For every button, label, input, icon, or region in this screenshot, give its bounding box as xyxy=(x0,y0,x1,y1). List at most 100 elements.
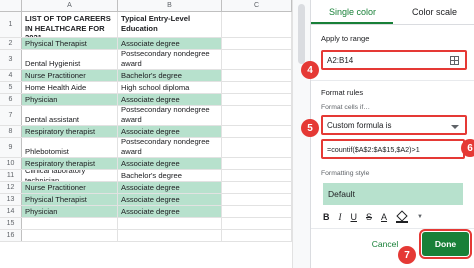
table-row: 12 Nurse Practitioner Associate degree xyxy=(0,182,310,194)
row-number[interactable]: 11 xyxy=(0,170,22,181)
cell-a[interactable]: Dental assistant xyxy=(22,106,118,125)
cell-c[interactable] xyxy=(222,218,292,229)
cell-c[interactable] xyxy=(222,126,292,137)
cell-c[interactable] xyxy=(222,94,292,105)
conditional-format-panel: Single color Color scale Apply to range … xyxy=(310,0,474,268)
cell-b[interactable]: Associate degree xyxy=(118,94,222,105)
table-row: 8 Respiratory therapist Associate degree xyxy=(0,126,310,138)
cell-b[interactable]: Associate degree xyxy=(118,194,222,205)
cell-a[interactable]: Respiratory therapist xyxy=(22,126,118,137)
row-number[interactable]: 10 xyxy=(0,158,22,169)
cell-a[interactable]: Nurse Practitioner xyxy=(22,70,118,81)
cell-b[interactable]: Postsecondary nondegree award xyxy=(118,106,222,125)
cell-b[interactable]: Associate degree xyxy=(118,38,222,49)
cell-a[interactable]: LIST OF TOP CAREERS IN HEALTHCARE FOR 20… xyxy=(22,12,118,37)
fill-color-dropdown-icon[interactable]: ▼ xyxy=(417,214,423,220)
strikethrough-button[interactable]: S xyxy=(366,212,372,222)
cell-b[interactable] xyxy=(118,230,222,241)
cell-c[interactable] xyxy=(222,194,292,205)
cell-c[interactable] xyxy=(222,206,292,217)
cell-c[interactable] xyxy=(222,230,292,241)
condition-value: Custom formula is xyxy=(327,120,392,130)
tab-divider xyxy=(311,24,474,25)
cell-b[interactable]: Postsecondary nondegree award xyxy=(118,50,222,69)
table-header-row: 1LIST OF TOP CAREERS IN HEALTHCARE FOR 2… xyxy=(0,12,310,38)
cell-c[interactable] xyxy=(222,12,292,37)
row-number[interactable]: 6 xyxy=(0,94,22,105)
row-number[interactable]: 1 xyxy=(0,12,22,37)
style-preview[interactable]: Default xyxy=(323,183,463,205)
range-input[interactable]: A2:B14 xyxy=(321,50,467,70)
row-number[interactable]: 12 xyxy=(0,182,22,193)
callout-5: 5 xyxy=(301,119,319,137)
cell-b[interactable] xyxy=(118,218,222,229)
cell-c[interactable] xyxy=(222,106,292,125)
cell-b[interactable]: Associate degree xyxy=(118,206,222,217)
cell-b[interactable]: Bachelor's degree xyxy=(118,70,222,81)
row-number[interactable]: 8 xyxy=(0,126,22,137)
format-cells-if-label: Format cells if… xyxy=(321,104,371,111)
row-number[interactable]: 9 xyxy=(0,138,22,157)
cell-a[interactable]: Physical Therapist xyxy=(22,194,118,205)
row-number[interactable]: 7 xyxy=(0,106,22,125)
cell-c[interactable] xyxy=(222,38,292,49)
underline-button[interactable]: U xyxy=(351,212,358,222)
table-row: 7 Dental assistant Postsecondary nondegree… xyxy=(0,106,310,126)
formula-input[interactable]: =countif($A$2:$A$15,$A2)>1 xyxy=(321,139,465,159)
cell-a[interactable]: Physician xyxy=(22,94,118,105)
select-range-icon[interactable] xyxy=(450,55,459,65)
cell-a[interactable] xyxy=(22,230,118,241)
cell-a[interactable] xyxy=(22,218,118,229)
text-color-button[interactable]: A xyxy=(381,212,387,222)
cell-c[interactable] xyxy=(222,50,292,69)
row-number[interactable]: 14 xyxy=(0,206,22,217)
apply-to-range-label: Apply to range xyxy=(321,34,370,43)
cell-b[interactable]: Associate degree xyxy=(118,182,222,193)
cell-a[interactable]: Clinical laboratory technician xyxy=(22,170,118,181)
cell-c[interactable] xyxy=(222,70,292,81)
tab-single-color[interactable]: Single color xyxy=(329,4,376,20)
cell-b[interactable]: High school diploma xyxy=(118,82,222,93)
cancel-button[interactable]: Cancel xyxy=(370,234,400,254)
scrollbar-thumb[interactable] xyxy=(298,4,305,64)
row-number[interactable]: 13 xyxy=(0,194,22,205)
table-row: 10 Respiratory therapist Associate degree xyxy=(0,158,310,170)
row-number[interactable]: 2 xyxy=(0,38,22,49)
condition-dropdown[interactable]: Custom formula is xyxy=(321,115,467,135)
cell-c[interactable] xyxy=(222,82,292,93)
cell-b[interactable]: Bachelor's degree xyxy=(118,170,222,181)
cell-a[interactable]: Respiratory therapist xyxy=(22,158,118,169)
column-header-b[interactable]: B xyxy=(118,0,222,12)
cell-a[interactable]: Dental Hygienist xyxy=(22,50,118,69)
cell-b[interactable]: Typical Entry-Level Education xyxy=(118,12,222,37)
table-row: 2 Physical Therapist Associate degree xyxy=(0,38,310,50)
cell-a[interactable]: Phlebotomist xyxy=(22,138,118,157)
cell-a[interactable]: Home Health Aide xyxy=(22,82,118,93)
done-button[interactable]: Done xyxy=(419,229,472,259)
corner-select-all[interactable] xyxy=(0,0,22,12)
column-header-a[interactable]: A xyxy=(22,0,118,12)
formatting-style-label: Formatting style xyxy=(321,170,370,177)
row-number[interactable]: 16 xyxy=(0,230,22,241)
italic-button[interactable]: I xyxy=(339,212,342,222)
cell-a[interactable]: Physician xyxy=(22,206,118,217)
tab-color-scale[interactable]: Color scale xyxy=(412,4,457,20)
row-number[interactable]: 5 xyxy=(0,82,22,93)
cell-a[interactable]: Nurse Practitioner xyxy=(22,182,118,193)
row-number[interactable]: 15 xyxy=(0,218,22,229)
cell-c[interactable] xyxy=(222,182,292,193)
cell-b[interactable]: Associate degree xyxy=(118,158,222,169)
cell-b[interactable]: Associate degree xyxy=(118,126,222,137)
cell-b[interactable]: Postsecondary nondegree award xyxy=(118,138,222,157)
row-number[interactable]: 3 xyxy=(0,50,22,69)
table-row: 13 Physical Therapist Associate degree xyxy=(0,194,310,206)
column-header-c[interactable]: C xyxy=(222,0,292,12)
bold-button[interactable]: B xyxy=(323,212,330,222)
row-number[interactable]: 4 xyxy=(0,70,22,81)
cell-a[interactable]: Physical Therapist xyxy=(22,38,118,49)
fill-color-icon[interactable] xyxy=(396,212,409,223)
cell-c[interactable] xyxy=(222,170,292,181)
spreadsheet-grid: A B C 1 LIST OF TOP CAREERS IN HEALTHCARE… xyxy=(0,0,310,268)
cell-c[interactable] xyxy=(222,138,292,157)
cell-c[interactable] xyxy=(222,158,292,169)
